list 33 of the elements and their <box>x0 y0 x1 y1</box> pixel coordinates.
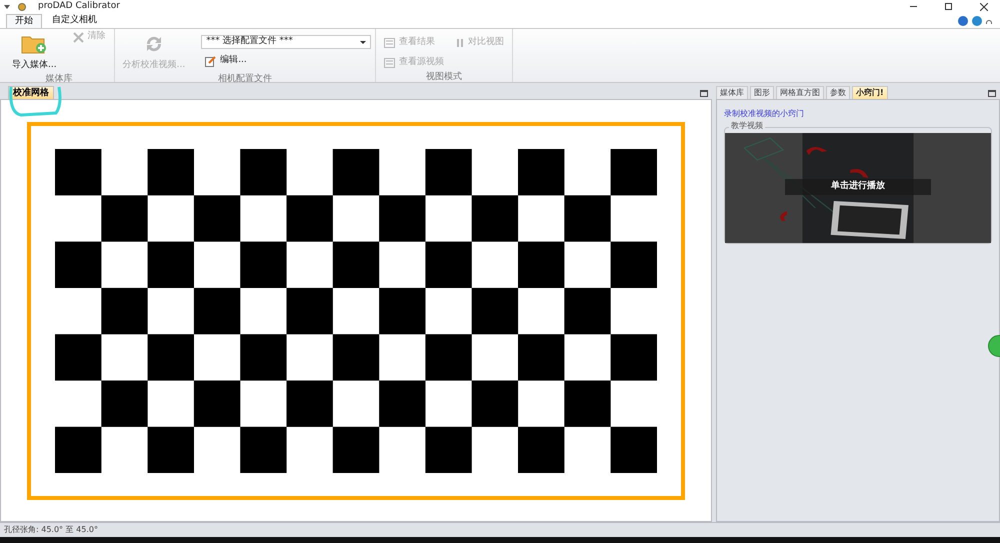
play-caption: 单击进行播放 <box>831 180 885 194</box>
restore-icon[interactable] <box>945 3 952 10</box>
edit-icon <box>205 56 216 66</box>
maximize-icon[interactable] <box>988 90 996 97</box>
ribbon-tab[interactable]: 开始 <box>6 14 42 28</box>
highlight-annotation <box>6 85 62 117</box>
ribbon-button[interactable]: 导入媒体... <box>8 29 61 72</box>
close-icon[interactable] <box>980 2 988 10</box>
tips-link[interactable]: 录制校准视频的小窍门 <box>724 108 992 120</box>
view-icon <box>384 58 396 68</box>
caret-icon <box>360 40 366 44</box>
view-icon <box>384 38 396 48</box>
collapse-icon[interactable] <box>986 20 992 24</box>
compare-icon <box>456 38 464 48</box>
profile-dropdown[interactable]: *** 选择配置文件 *** <box>201 35 372 49</box>
menu-caret-icon[interactable] <box>4 4 10 8</box>
ribbon-button[interactable]: 编辑... <box>201 53 372 69</box>
maximize-icon[interactable] <box>700 90 708 97</box>
dropdown-value: *** 选择配置文件 *** <box>206 35 293 48</box>
group-label: 视图模式 <box>425 71 464 84</box>
group-label: 媒体库 <box>44 72 74 86</box>
panel-tab[interactable]: 参数 <box>826 86 850 99</box>
ribbon-tab[interactable]: 自定义相机 <box>44 14 105 28</box>
window-title: proDAD Calibrator <box>38 0 120 13</box>
group-label: 相机配置文件 <box>216 72 273 86</box>
panel-tab[interactable]: 网格直方图 <box>776 86 824 99</box>
group-title: 教学视频 <box>729 122 765 130</box>
status-text: 孔径张角: 45.0° 至 45.0° <box>4 524 98 536</box>
panel-tab[interactable]: 图形 <box>750 86 774 99</box>
app-icon <box>18 2 26 10</box>
panel-tab[interactable]: 校准网格 <box>8 86 54 99</box>
panel-tab[interactable]: 媒体库 <box>716 86 748 99</box>
panel-tab[interactable]: 小窍门! <box>852 86 888 99</box>
